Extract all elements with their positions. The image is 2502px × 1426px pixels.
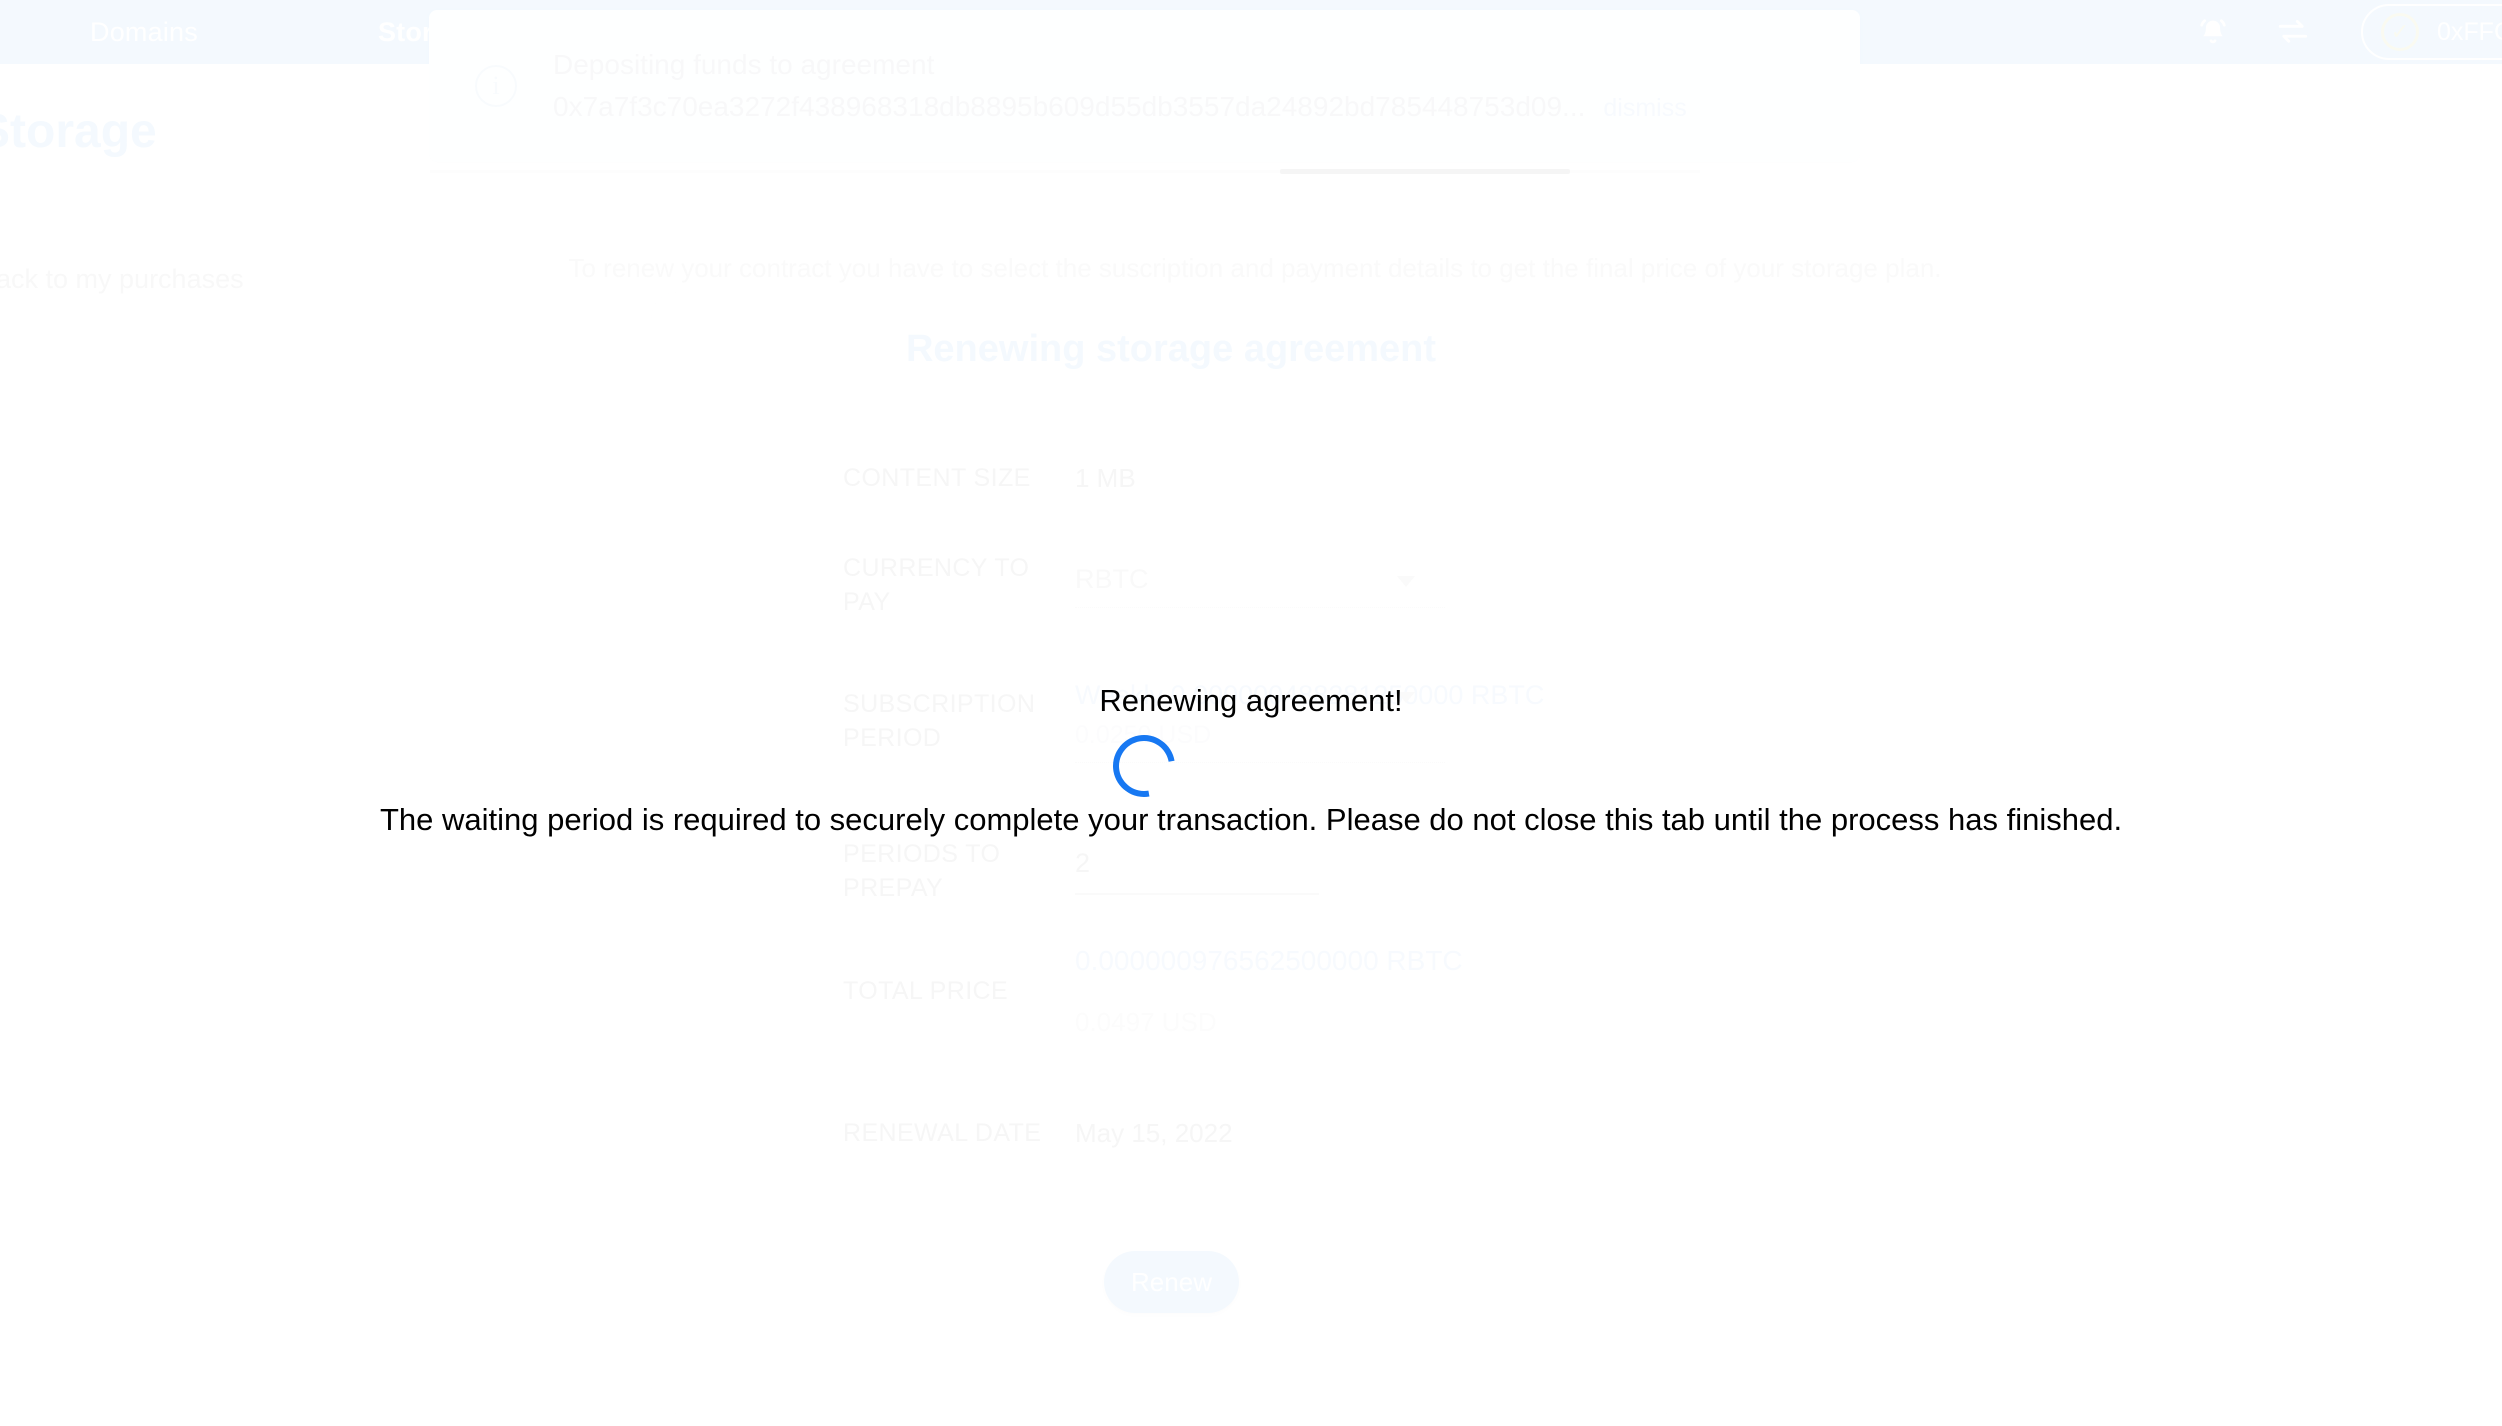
subscription-period-label: Subscription period <box>843 689 1036 752</box>
renewal-date-value: May 15, 2022 <box>1075 1118 1233 1149</box>
row-currency-to-pay: Currency to pay RBTC <box>843 552 1543 620</box>
subscription-period-name: Weekly <box>1075 680 1164 710</box>
subscription-period-usd: 0.0250 USD <box>1075 721 1212 749</box>
total-price-usd: 0.0497 USD <box>1075 1007 1217 1037</box>
renewal-date-label: Renewal date <box>843 1119 1042 1147</box>
page-title: Storage <box>0 105 157 158</box>
bell-icon[interactable] <box>2193 12 2233 52</box>
nav-link-domains[interactable]: Domains <box>90 17 198 48</box>
deposit-toast: i Depositing funds to agreement 0x7a7f3c… <box>429 10 1860 162</box>
nav-right-actions: ✓ 0xFFCF...09f0 <box>2193 0 2502 64</box>
subscription-period-rbtc: 0.000000488281250000 RBTC <box>1170 680 1545 710</box>
wallet-address: 0xFFCF...09f0 <box>2437 17 2502 46</box>
chevron-down-icon <box>1397 692 1415 703</box>
row-total-price: Total price 0.000000976562500000 RBTC 0.… <box>843 945 1543 1038</box>
toast-title: Depositing funds to agreement <box>553 49 935 80</box>
app-page: Domains Storage ✓ 0xFFCF...0 <box>0 0 2502 1426</box>
step-divider <box>430 169 1700 174</box>
subscription-period-select[interactable]: Weekly 0.000000488281250000 RBTC 0.0250 … <box>1075 680 1544 763</box>
step-divider-progress <box>1280 169 1570 174</box>
currency-to-pay-select[interactable]: RBTC <box>1075 564 1445 608</box>
total-price-rbtc: 0.000000976562500000 RBTC <box>1075 945 1463 976</box>
content-size-label: Content size <box>843 464 1031 492</box>
back-to-purchases-link[interactable]: Back to my purchases <box>0 264 244 295</box>
total-price-label: Total price <box>843 976 1009 1005</box>
check-circle-icon: ✓ <box>2381 13 2419 51</box>
nav-links: Domains Storage <box>90 17 480 48</box>
intro-text: To renew your contract you have to selec… <box>568 253 1942 283</box>
toast-dismiss-button[interactable]: dismiss <box>1603 94 1686 123</box>
row-renewal-date: Renewal date May 15, 2022 <box>843 1117 1543 1151</box>
periods-to-prepay-label: Periods to prepay <box>843 840 1001 902</box>
currency-to-pay-value: RBTC <box>1075 563 1149 594</box>
swap-arrows-icon[interactable] <box>2273 12 2313 52</box>
content-size-value: 1 MB <box>1075 463 1136 494</box>
row-subscription-period: Subscription period Weekly 0.00000048828… <box>843 680 1544 763</box>
toast-body: Depositing funds to agreement 0x7a7f3c70… <box>553 49 1814 123</box>
chevron-down-icon <box>1397 575 1415 587</box>
toast-tx-hash: 0x7a7f3c70ea3272f438968318db8895b609d55d… <box>553 91 1586 122</box>
wallet-chip[interactable]: ✓ 0xFFCF...09f0 <box>2361 4 2502 60</box>
currency-to-pay-label: Currency to pay <box>843 554 1030 616</box>
renew-button[interactable]: Renew <box>1104 1251 1239 1313</box>
row-periods-to-prepay: Periods to prepay 2 <box>843 838 1543 906</box>
info-circle-icon: i <box>475 65 517 107</box>
periods-to-prepay-input[interactable]: 2 <box>1075 848 1319 896</box>
row-content-size: Content size 1 MB <box>843 462 1543 496</box>
card-title: Renewing storage agreement <box>905 328 1437 370</box>
